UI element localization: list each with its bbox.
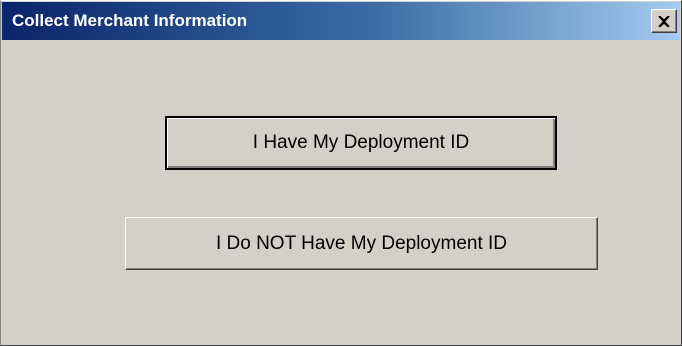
dialog-client-area: I Have My Deployment ID I Do NOT Have My… [2,40,680,345]
title-bar[interactable]: Collect Merchant Information [2,2,680,40]
dialog-window: Collect Merchant Information I Have My D… [0,0,682,346]
window-title: Collect Merchant Information [12,11,248,30]
close-icon [658,15,670,27]
have-deployment-id-button[interactable]: I Have My Deployment ID [165,116,557,170]
close-button[interactable] [651,9,677,33]
no-deployment-id-button[interactable]: I Do NOT Have My Deployment ID [125,217,598,270]
